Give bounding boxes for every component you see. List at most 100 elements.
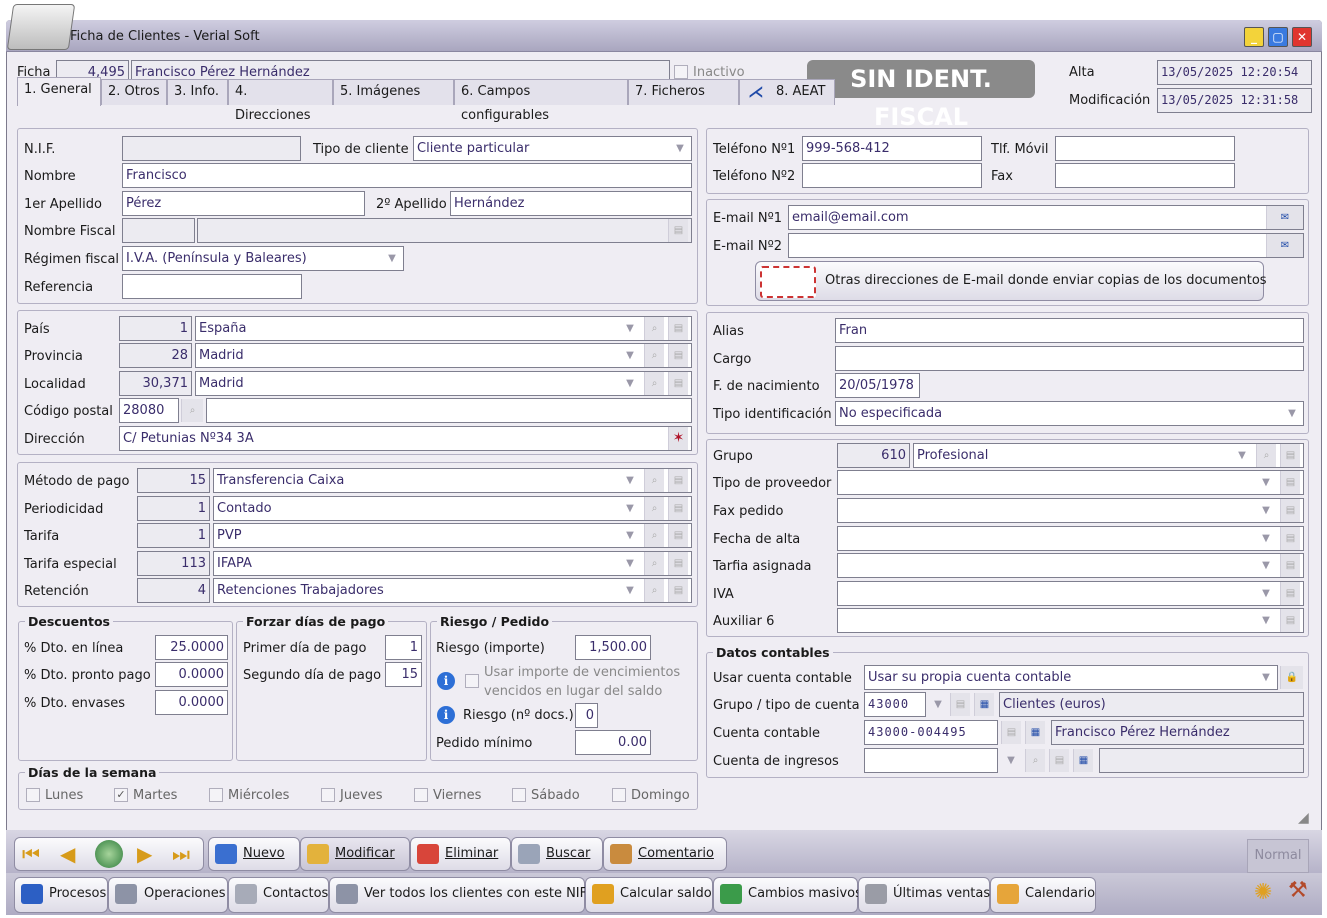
dto-linea-field[interactable]: 25.0000 — [155, 635, 228, 660]
tab-campos[interactable]: 6. Campos configurables — [454, 79, 628, 123]
first-record-icon[interactable]: ⏮ — [22, 842, 40, 866]
localidad-code[interactable]: 30,371 — [119, 371, 192, 396]
cuenta-contable-code[interactable]: 43000-004495 — [864, 720, 998, 745]
cp-field[interactable]: 28080 — [119, 398, 179, 423]
operaciones-button[interactable]: Operaciones — [108, 877, 228, 913]
close-icon[interactable]: ✕ — [1292, 27, 1312, 47]
lookup-icon[interactable]: ▤ — [1049, 749, 1069, 772]
maximize-icon[interactable]: ▢ — [1268, 27, 1288, 47]
lookup-icon[interactable]: ▤ — [668, 344, 688, 367]
nombre-field[interactable]: Francisco — [122, 163, 692, 188]
search-icon[interactable]: ⌕ — [644, 469, 664, 492]
pais-field[interactable]: España — [195, 316, 692, 341]
search-icon[interactable]: ⌕ — [644, 552, 664, 575]
usar-vencimientos-checkbox[interactable] — [465, 674, 479, 688]
refresh-icon[interactable] — [95, 840, 123, 868]
grupo-code[interactable]: 610 — [837, 443, 910, 468]
lookup-icon[interactable]: ▤ — [668, 317, 688, 340]
lookup-icon[interactable]: ▤ — [668, 372, 688, 395]
tab-ficheros[interactable]: 7. Ficheros — [628, 79, 739, 105]
dto-envases-field[interactable]: 0.0000 — [155, 690, 228, 715]
tipo-proveedor-field[interactable] — [837, 470, 1304, 495]
tipo-cliente-select[interactable]: Cliente particular — [413, 136, 692, 161]
tab-general[interactable]: 1. General — [17, 77, 101, 106]
lookup-icon[interactable]: ▤ — [1280, 471, 1300, 494]
dto-pronto-field[interactable]: 0.0000 — [155, 662, 228, 687]
search-icon[interactable]: ⌕ — [644, 372, 664, 395]
apellido1-field[interactable]: Pérez — [122, 191, 365, 216]
provincia-code[interactable]: 28 — [119, 343, 192, 368]
chevron-down-icon[interactable]: ▼ — [1001, 749, 1021, 772]
tel2-field[interactable] — [802, 163, 982, 188]
lookup-icon[interactable]: ▤ — [668, 524, 688, 547]
otras-emails-button[interactable]: Otras direcciones de E-mail donde enviar… — [755, 261, 1267, 301]
tools-icon[interactable]: ⚒ — [1288, 878, 1308, 903]
email2-field[interactable] — [788, 233, 1304, 258]
direccion-field[interactable]: C/ Petunias Nº34 3A — [119, 426, 692, 451]
inactive-checkbox[interactable] — [674, 65, 688, 79]
chevron-down-icon[interactable]: ▼ — [928, 693, 948, 716]
alias-field[interactable]: Fran — [835, 318, 1304, 343]
nif-field[interactable] — [122, 136, 301, 161]
lookup-icon[interactable]: ▤ — [1280, 499, 1300, 522]
lookup-icon[interactable]: ▤ — [668, 552, 688, 575]
chevron-down-icon[interactable]: ▼ — [670, 137, 690, 160]
cuenta-ingresos-code[interactable] — [864, 748, 998, 773]
settings-gear-icon[interactable]: ✺ — [1254, 880, 1272, 905]
ultimas-ventas-button[interactable]: Últimas ventas — [858, 877, 990, 913]
resize-grip-icon[interactable]: ◢ — [1298, 810, 1309, 826]
tarifa-asignada-field[interactable] — [837, 553, 1304, 578]
prev-record-icon[interactable]: ◀ — [60, 842, 75, 866]
chevron-down-icon[interactable]: ▼ — [1282, 402, 1302, 425]
auxiliar6-field[interactable] — [837, 608, 1304, 633]
nuevo-button[interactable]: Nuevo — [208, 837, 300, 871]
segundo-dia-field[interactable]: 15 — [385, 662, 422, 687]
chevron-down-icon[interactable]: ▼ — [1256, 666, 1276, 689]
day-checkbox-miercoles[interactable] — [209, 788, 223, 802]
tab-direcciones[interactable]: 4. Direcciones — [228, 79, 333, 123]
tab-imagenes[interactable]: 5. Imágenes — [333, 79, 454, 105]
chevron-down-icon[interactable]: ▼ — [1232, 444, 1252, 467]
periodicidad-code[interactable]: 1 — [137, 496, 210, 521]
chevron-down-icon[interactable]: ▼ — [620, 344, 640, 367]
referencia-field[interactable] — [122, 274, 302, 299]
lookup-icon[interactable]: ▤ — [1280, 527, 1300, 550]
comentario-button[interactable]: Comentario — [603, 837, 727, 871]
riesgo-importe-field[interactable]: 1,500.00 — [575, 635, 651, 660]
lookup-icon[interactable]: ▤ — [668, 579, 688, 602]
email-icon[interactable]: ✉ — [1266, 234, 1303, 257]
chevron-down-icon[interactable]: ▼ — [620, 552, 640, 575]
lookup-icon[interactable]: ▤ — [668, 497, 688, 520]
eliminar-button[interactable]: Eliminar — [410, 837, 511, 871]
account-icon[interactable]: ▦ — [974, 693, 994, 716]
lookup-icon[interactable]: ▤ — [950, 693, 970, 716]
primer-dia-field[interactable]: 1 — [385, 635, 422, 660]
map-pin-icon[interactable]: ✶ — [668, 427, 688, 450]
procesos-button[interactable]: Procesos — [14, 877, 108, 913]
search-icon[interactable]: ⌕ — [1025, 749, 1045, 772]
contactos-button[interactable]: Contactos — [228, 877, 329, 913]
lookup-icon[interactable]: ▤ — [668, 469, 688, 492]
email1-field[interactable]: email@email.com — [788, 205, 1304, 230]
localidad-field[interactable]: Madrid — [195, 371, 692, 396]
tab-otros[interactable]: 2. Otros — [101, 79, 167, 105]
tel1-field[interactable]: 999-568-412 — [802, 136, 982, 161]
apellido2-field[interactable]: Hernández — [450, 191, 692, 216]
nombre-fiscal-field[interactable] — [197, 218, 692, 243]
grupo-cuenta-code[interactable]: 43000 — [864, 692, 926, 717]
last-record-icon[interactable]: ⏭ — [172, 842, 190, 866]
search-icon[interactable]: ⌕ — [644, 524, 664, 547]
usar-cuenta-select[interactable]: Usar su propia cuenta contable — [864, 665, 1278, 690]
account-icon[interactable]: ▦ — [1073, 749, 1093, 772]
chevron-down-icon[interactable]: ▼ — [620, 524, 640, 547]
calendario-button[interactable]: Calendario — [990, 877, 1096, 913]
nacimiento-field[interactable]: 20/05/1978 — [835, 373, 920, 398]
provincia-field[interactable]: Madrid — [195, 343, 692, 368]
lookup-icon[interactable]: ▤ — [1280, 554, 1300, 577]
lock-icon[interactable]: 🔒 — [1280, 666, 1303, 689]
day-checkbox-viernes[interactable] — [414, 788, 428, 802]
search-icon[interactable]: ⌕ — [1256, 444, 1276, 467]
chevron-down-icon[interactable]: ▼ — [1256, 499, 1276, 522]
search-icon[interactable]: ⌕ — [644, 497, 664, 520]
lookup-icon[interactable]: ▤ — [1001, 721, 1021, 744]
